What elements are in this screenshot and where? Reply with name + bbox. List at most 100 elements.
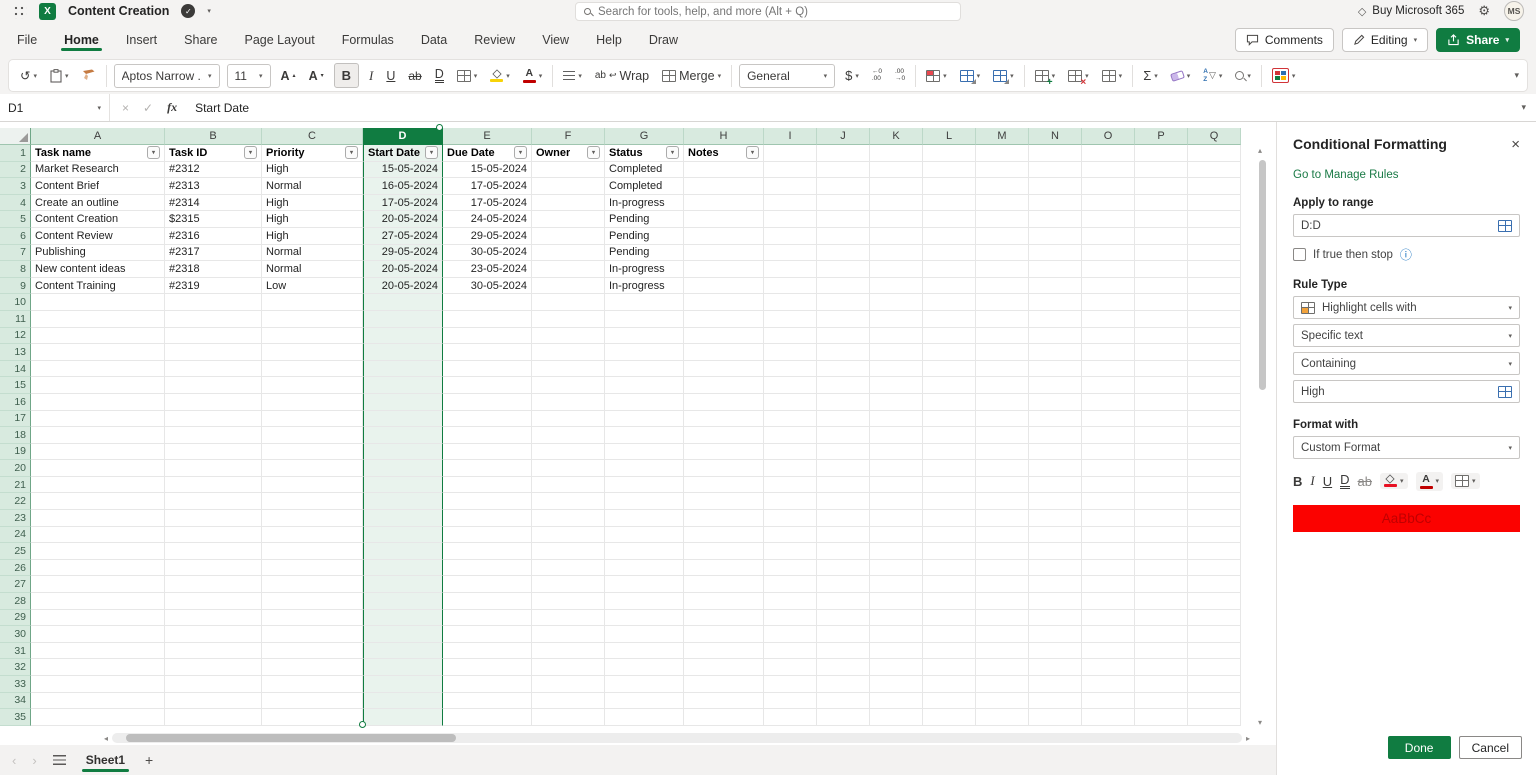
confirm-entry-icon[interactable]: ✓ [143,101,153,115]
grid-cell[interactable] [1082,676,1135,693]
grid-cell[interactable] [1082,194,1135,212]
grid-cell[interactable] [1029,709,1082,726]
grid-cell[interactable]: Priority ▾ [262,145,363,162]
grid-cell[interactable] [363,476,443,494]
row-header-11[interactable]: 11 [0,310,31,328]
grid-cell[interactable] [870,145,923,162]
grid-cell[interactable] [1135,277,1188,295]
grid-cell[interactable] [1082,393,1135,411]
grid-cell[interactable]: 29-05-2024 [443,227,532,245]
grid-cell[interactable] [443,427,532,444]
grid-cell[interactable] [443,576,532,594]
grid-cell[interactable] [31,327,165,345]
grid-cell[interactable] [764,161,817,179]
grid-cell[interactable] [262,327,363,345]
grid-cell[interactable] [817,659,870,676]
grid-cell[interactable] [165,559,262,577]
grid-cell[interactable] [443,559,532,577]
grid-cell[interactable] [363,310,443,328]
grid-cell[interactable] [605,692,684,710]
menu-item-file[interactable]: File [16,24,38,56]
grid-cell[interactable] [1082,443,1135,461]
grid-cell[interactable] [976,294,1029,311]
grid-cell[interactable] [165,593,262,610]
grid-cell[interactable] [1135,211,1188,228]
grid-cell[interactable] [684,443,764,461]
sort-filter-button[interactable]: A Z ▽ ▾ [1200,63,1225,88]
row-header-12[interactable]: 12 [0,327,31,345]
grid-cell[interactable] [1029,526,1082,544]
column-header-K[interactable]: K [870,128,923,145]
row-header-2[interactable]: 2 [0,161,31,179]
double-underline-button[interactable]: D [1340,473,1350,490]
grid-cell[interactable] [1135,410,1188,428]
grid-cell[interactable] [1082,294,1135,311]
grid-cell[interactable] [165,659,262,676]
grid-cell[interactable] [605,626,684,643]
grid-cell[interactable] [684,194,764,212]
grid-cell[interactable] [817,642,870,660]
grid-cell[interactable] [764,510,817,527]
if-true-stop-checkbox[interactable] [1293,248,1306,261]
filter-button[interactable]: ▾ [587,146,600,160]
grid-cell[interactable] [684,277,764,295]
grid-cell[interactable] [363,443,443,461]
grid-cell[interactable] [1029,460,1082,477]
grid-cell[interactable] [1188,676,1241,693]
conditional-formatting-button[interactable]: ▾ [923,63,950,88]
grid-cell[interactable] [1188,576,1241,594]
addins-button[interactable]: ▾ [1269,63,1299,88]
grid-cell[interactable] [764,393,817,411]
grid-cell[interactable]: Content Creation [31,211,165,228]
grid-cell[interactable] [1029,377,1082,394]
menu-item-view[interactable]: View [541,24,570,56]
grid-cell[interactable] [1029,145,1082,162]
grid-cell[interactable] [870,659,923,676]
grid-cell[interactable] [976,460,1029,477]
grid-cell[interactable] [262,360,363,378]
row-header-33[interactable]: 33 [0,676,31,693]
grid-cell[interactable] [1029,261,1082,278]
grid-cell[interactable] [1082,344,1135,361]
grid-cell[interactable] [532,344,605,361]
grid-cell[interactable] [532,476,605,494]
grid-cell[interactable] [870,310,923,328]
grid-cell[interactable] [262,310,363,328]
grid-cell[interactable]: 20-05-2024 [363,211,443,228]
number-format-select[interactable]: General ▾ [739,63,836,88]
row-header-25[interactable]: 25 [0,543,31,560]
grid-cell[interactable] [262,543,363,560]
menu-item-home[interactable]: Home [61,24,102,56]
grid-cell[interactable] [363,410,443,428]
grid-cell[interactable] [1029,310,1082,328]
column-header-O[interactable]: O [1082,128,1135,145]
underline-button[interactable]: U [383,63,398,88]
grid-cell[interactable] [1135,344,1188,361]
grid-cell[interactable] [976,443,1029,461]
grid-cell[interactable] [764,327,817,345]
grid-cell[interactable] [817,609,870,627]
grid-cell[interactable] [1188,443,1241,461]
fill-color-button[interactable]: ▾ [487,63,513,88]
grid-cell[interactable] [1029,642,1082,660]
grid-cell[interactable] [1188,377,1241,394]
grid-cell[interactable] [684,427,764,444]
grid-cell[interactable] [165,393,262,411]
grid-cell[interactable] [605,510,684,527]
grid-cell[interactable] [870,410,923,428]
cancel-button[interactable]: Cancel [1458,736,1522,759]
name-box[interactable]: D1 ▾ [0,94,110,121]
grid-cell[interactable] [764,310,817,328]
grid-cell[interactable] [764,543,817,560]
grid-cell[interactable] [684,360,764,378]
grid-cell[interactable] [31,676,165,693]
grid-cell[interactable] [817,559,870,577]
grid-cell[interactable] [532,642,605,660]
row-header-32[interactable]: 32 [0,659,31,676]
vertical-scroll-thumb[interactable] [1259,160,1266,390]
grid-cell[interactable] [31,576,165,594]
grid-cell[interactable] [532,526,605,544]
row-header-22[interactable]: 22 [0,493,31,511]
grid-cell[interactable] [363,360,443,378]
grid-cell[interactable] [165,443,262,461]
